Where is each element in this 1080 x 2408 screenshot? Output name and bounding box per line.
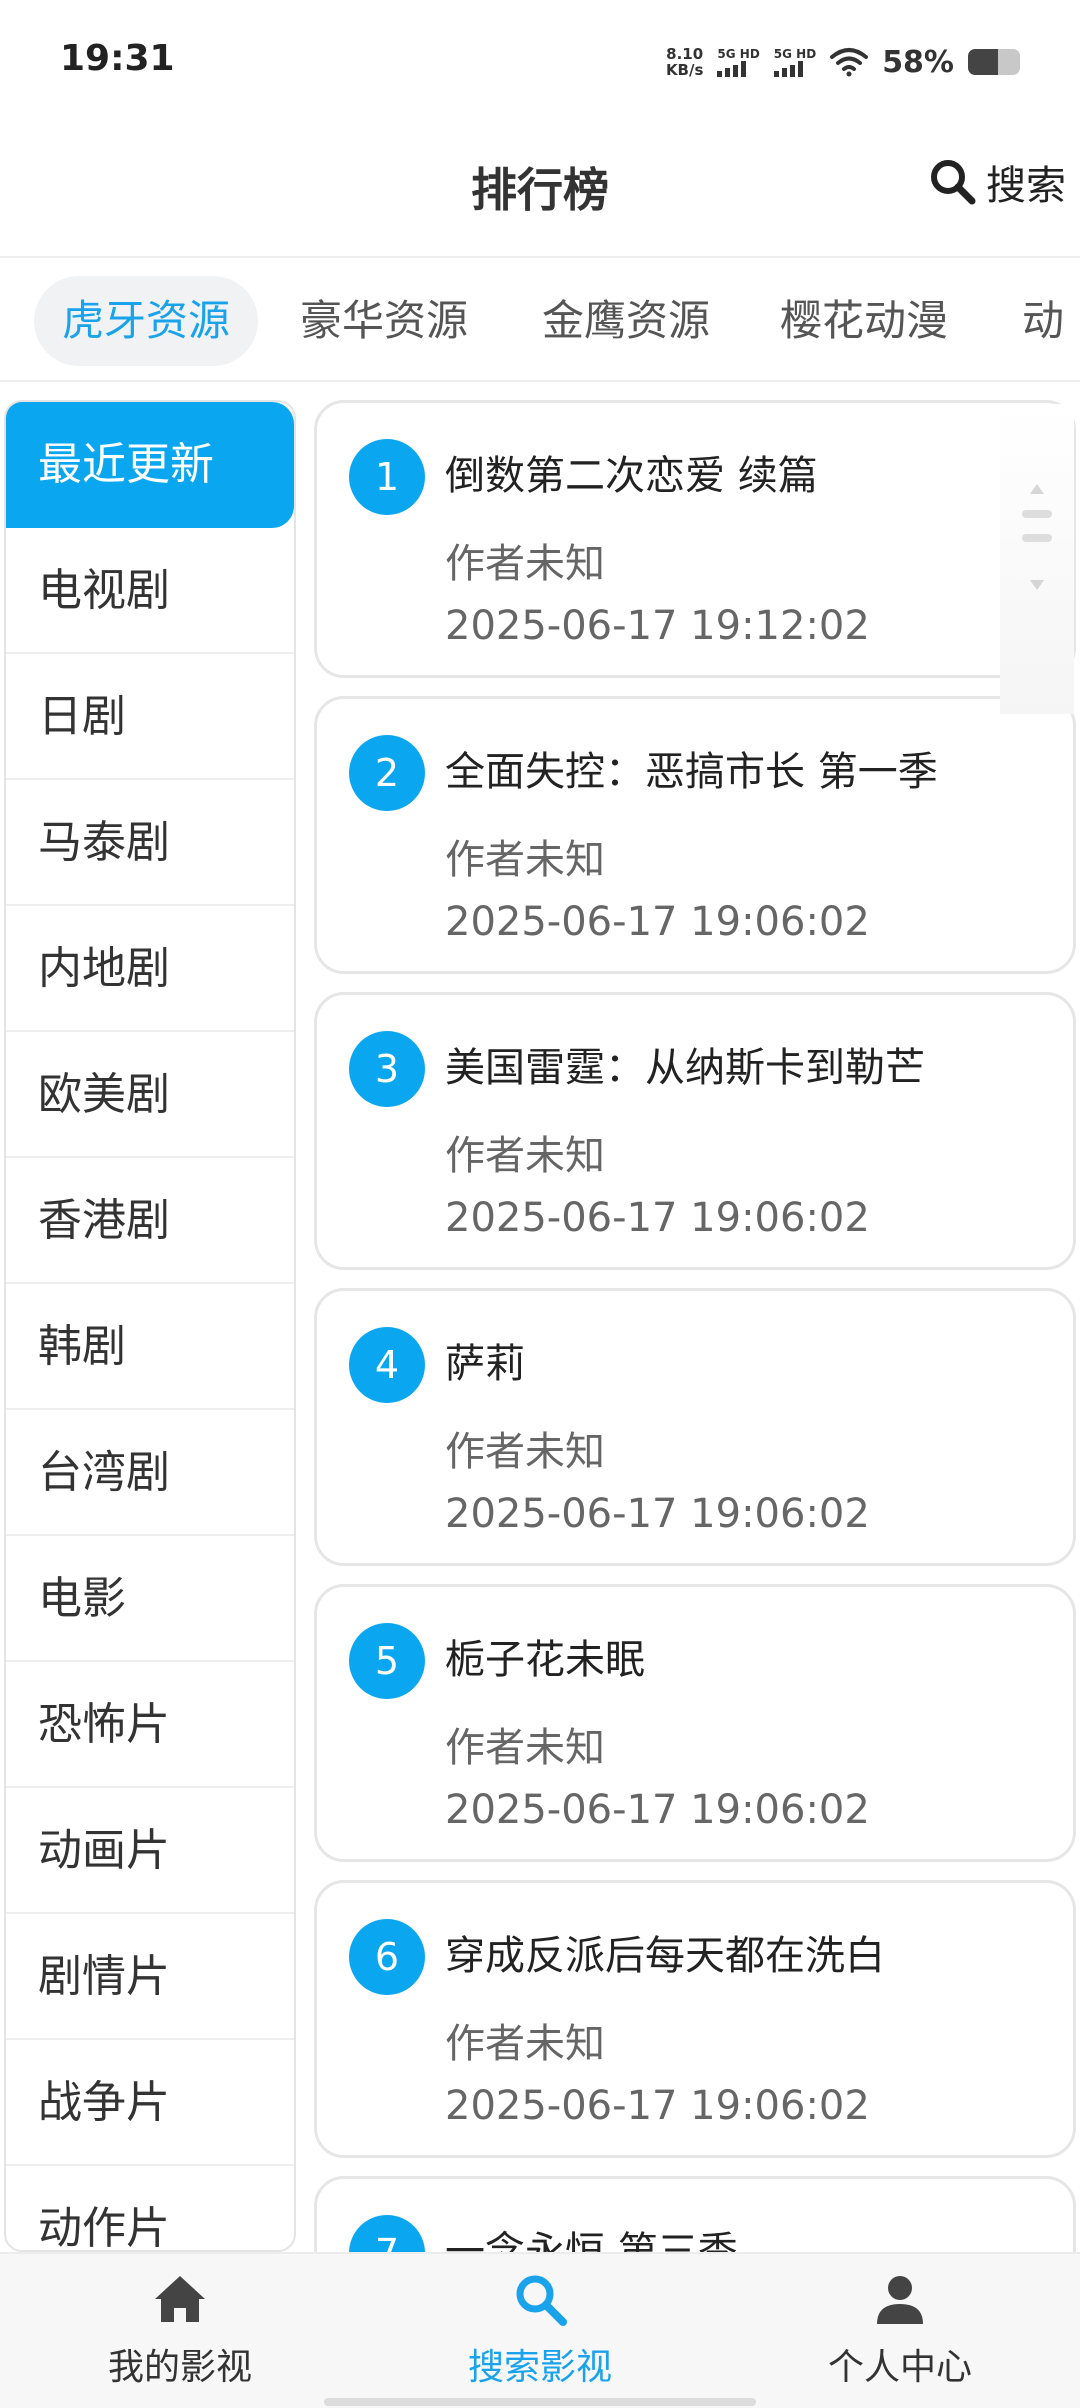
search-icon: [516, 2275, 567, 2326]
category-item[interactable]: 电视剧: [6, 528, 294, 654]
ranking-title: 美国雷霆：从纳斯卡到勒芒: [445, 1045, 925, 1091]
ranking-time: 2025-06-17 19:06:02: [445, 899, 870, 945]
search-icon: [931, 160, 976, 205]
category-list: 最近更新 电视剧 日剧 马泰剧 内地剧 欧美剧 香港剧 韩剧 台湾剧 电影 恐怖…: [4, 400, 296, 2252]
page-title: 排行榜: [471, 163, 609, 217]
ranking-title: 全面失控：恶搞市长 第一季: [445, 749, 938, 795]
bottom-nav: 我的影视 搜索影视 个人中心: [0, 2252, 1080, 2408]
source-tabs: 虎牙资源 豪华资源 金鹰资源 樱花动漫 动: [0, 256, 1080, 382]
ranking-author: 作者未知: [445, 1133, 605, 1179]
ranking-title: 栀子花未眠: [445, 1637, 645, 1683]
category-item[interactable]: 日剧: [6, 654, 294, 780]
rank-badge: 6: [349, 1919, 425, 1995]
rank-badge: 1: [349, 439, 425, 515]
category-item[interactable]: 电影: [6, 1536, 294, 1662]
ranking-time: 2025-06-17 19:06:02: [445, 1491, 870, 1537]
search-button[interactable]: 搜索: [926, 150, 1066, 214]
ranking-title: 倒数第二次恋爱 续篇: [445, 453, 818, 499]
category-item[interactable]: 动画片: [6, 1788, 294, 1914]
ranking-time: 2025-06-17 19:06:02: [445, 2083, 870, 2129]
scroll-down-arrow-icon[interactable]: [1030, 580, 1044, 590]
ranking-author: 作者未知: [445, 1725, 605, 1771]
rank-badge: 4: [349, 1327, 425, 1403]
battery-percent: 58%: [882, 44, 954, 80]
tab-more[interactable]: 动: [994, 276, 1080, 366]
nav-label: 我的影视: [107, 2347, 252, 2388]
ranking-card[interactable]: 4 萨莉 作者未知 2025-06-17 19:06:02: [314, 1288, 1076, 1566]
nav-search-videos[interactable]: 搜索影视: [390, 2268, 690, 2390]
signal-icon: 5G HD: [717, 46, 760, 77]
header: 排行榜 搜索: [0, 120, 1080, 250]
category-item[interactable]: 内地剧: [6, 906, 294, 1032]
ranking-title: 穿成反派后每天都在洗白: [445, 1933, 885, 1979]
status-indicators: 8.10 KB/s 5G HD 5G HD 58%: [666, 40, 1020, 84]
category-item[interactable]: 韩剧: [6, 1284, 294, 1410]
status-bar: 19:31 8.10 KB/s 5G HD 5G HD 58%: [0, 0, 1080, 120]
category-item[interactable]: 香港剧: [6, 1158, 294, 1284]
rank-badge: 2: [349, 735, 425, 811]
status-time: 19:31: [60, 38, 175, 79]
ranking-author: 作者未知: [445, 1429, 605, 1475]
tab-huya[interactable]: 虎牙资源: [34, 276, 259, 366]
network-speed-unit: KB/s: [665, 61, 704, 79]
signal-icon-2: 5G HD: [773, 46, 817, 77]
category-item[interactable]: 恐怖片: [6, 1662, 294, 1788]
category-item[interactable]: 最近更新: [6, 402, 294, 528]
tab-yinghua[interactable]: 樱花动漫: [752, 276, 976, 366]
rank-badge: 7: [349, 2215, 425, 2252]
search-label: 搜索: [986, 163, 1066, 209]
ranking-author: 作者未知: [445, 541, 605, 587]
tab-jinying[interactable]: 金鹰资源: [514, 276, 738, 366]
nav-label: 个人中心: [827, 2347, 972, 2388]
ranking-title: 一念永恒 第三季: [445, 2229, 738, 2252]
battery-fill: [968, 49, 999, 75]
category-item[interactable]: 战争片: [6, 2040, 294, 2166]
category-item[interactable]: 马泰剧: [6, 780, 294, 906]
home-indicator[interactable]: [324, 2398, 756, 2406]
nav-label: 搜索影视: [467, 2347, 612, 2388]
battery-icon: [968, 49, 1020, 75]
ranking-time: 2025-06-17 19:12:02: [445, 603, 870, 649]
ranking-author: 作者未知: [445, 837, 605, 883]
ranking-card[interactable]: 5 栀子花未眠 作者未知 2025-06-17 19:06:02: [314, 1584, 1076, 1862]
ranking-card[interactable]: 6 穿成反派后每天都在洗白 作者未知 2025-06-17 19:06:02: [314, 1880, 1076, 2158]
nav-profile[interactable]: 个人中心: [750, 2268, 1050, 2390]
category-item[interactable]: 台湾剧: [6, 1410, 294, 1536]
scrollbar-thumb[interactable]: [1022, 510, 1052, 566]
tab-haohua[interactable]: 豪华资源: [272, 276, 496, 366]
rank-badge: 5: [349, 1623, 425, 1699]
user-icon: [877, 2276, 923, 2324]
network-speed: 8.10 KB/s: [666, 46, 703, 78]
rank-badge: 3: [349, 1031, 425, 1107]
sim1-label: 5G HD: [717, 46, 760, 61]
category-item[interactable]: 剧情片: [6, 1914, 294, 2040]
nav-my-videos[interactable]: 我的影视: [30, 2268, 330, 2390]
sim2-label: 5G HD: [773, 46, 817, 61]
ranking-card[interactable]: 3 美国雷霆：从纳斯卡到勒芒 作者未知 2025-06-17 19:06:02: [314, 992, 1076, 1270]
ranking-card[interactable]: 1 倒数第二次恋爱 续篇 作者未知 2025-06-17 19:12:02: [314, 400, 1076, 678]
ranking-time: 2025-06-17 19:06:02: [445, 1195, 870, 1241]
network-speed-value: 8.10: [666, 45, 704, 63]
ranking-author: 作者未知: [445, 2021, 605, 2067]
ranking-title: 萨莉: [445, 1341, 525, 1387]
wifi-icon: [830, 48, 869, 77]
category-item[interactable]: 欧美剧: [6, 1032, 294, 1158]
ranking-list: 1 倒数第二次恋爱 续篇 作者未知 2025-06-17 19:12:02 2 …: [314, 400, 1080, 2252]
scroll-up-arrow-icon[interactable]: [1030, 484, 1044, 494]
category-item[interactable]: 动作片: [6, 2166, 294, 2250]
ranking-card[interactable]: 2 全面失控：恶搞市长 第一季 作者未知 2025-06-17 19:06:02: [314, 696, 1076, 974]
home-icon: [155, 2276, 205, 2322]
ranking-card[interactable]: 7 一念永恒 第三季: [314, 2176, 1076, 2252]
ranking-time: 2025-06-17 19:06:02: [445, 1787, 870, 1833]
